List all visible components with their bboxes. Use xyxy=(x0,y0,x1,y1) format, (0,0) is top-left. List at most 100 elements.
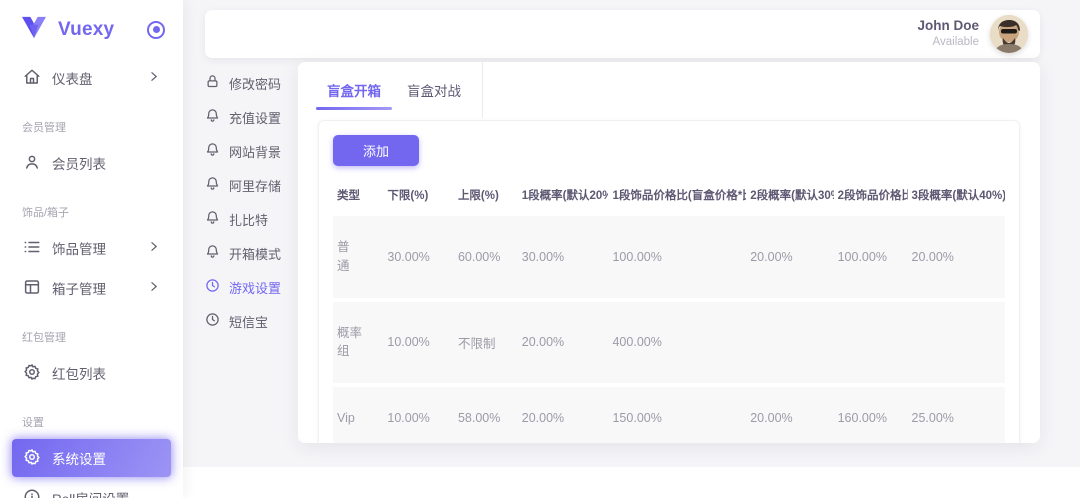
tab-divider xyxy=(482,62,483,118)
sidebar-item-label: 系统设置 xyxy=(52,448,106,468)
brand-header: Vuexy xyxy=(0,0,183,57)
row-value-cell: 20.00% xyxy=(746,387,833,443)
content-card: 盲盒开箱 盲盒对战 添加 类型 下限(%) 上限(%) xyxy=(298,62,1040,443)
sidebar-pin-toggle-icon[interactable] xyxy=(147,21,165,39)
sidebar-item-label: 仪表盘 xyxy=(52,68,93,88)
row-value-cell: 20.00% xyxy=(908,216,1006,298)
settings-menu-item-zhabite[interactable]: 扎比特 xyxy=(205,202,297,236)
settings-menu-label: 短信宝 xyxy=(229,312,268,331)
gear-icon xyxy=(23,448,41,469)
row-type-cell: Vip xyxy=(333,387,383,443)
home-icon xyxy=(23,68,41,89)
col-header-ratio2: 2段饰品价格比 xyxy=(834,183,908,212)
user-status: Available xyxy=(917,35,979,49)
probability-table: 类型 下限(%) 上限(%) 1段概率(默认20%) 1段饰品价格比(盲盒价格*… xyxy=(333,179,1005,443)
row-value-cell: 不限制 xyxy=(454,302,518,384)
settings-menu-label: 开箱模式 xyxy=(229,244,281,263)
chevron-right-icon xyxy=(147,240,160,256)
sidebar-item-redpacket-list[interactable]: 红包列表 xyxy=(12,354,171,392)
sidebar: Vuexy 仪表盘 会员管理 会员列表 饰品/箱子 饰品管理 xyxy=(0,0,183,498)
table-header-row: 类型 下限(%) 上限(%) 1段概率(默认20%) 1段饰品价格比(盲盒价格*… xyxy=(333,183,1005,212)
vuexy-logo-icon xyxy=(20,15,48,44)
sidebar-item-box-mgmt[interactable]: 箱子管理 xyxy=(12,269,171,307)
row-type-cell: 普 通 xyxy=(333,216,383,298)
sidebar-item-label: Roll房间设置 xyxy=(52,488,129,498)
col-header-upper: 上限(%) xyxy=(454,183,518,212)
settings-menu: 修改密码 充值设置 网站背景 阿里存储 xyxy=(205,66,297,338)
settings-menu-label: 网站背景 xyxy=(229,142,281,161)
info-circle-icon xyxy=(23,488,41,498)
user-avatar[interactable] xyxy=(990,15,1028,53)
settings-menu-label: 充值设置 xyxy=(229,108,281,127)
sidebar-item-roll-room[interactable]: Roll房间设置 xyxy=(12,479,171,498)
row-value-cell xyxy=(908,302,1006,384)
settings-menu-label: 修改密码 xyxy=(229,74,281,93)
sidebar-section-jewelry: 饰品/箱子 xyxy=(0,184,183,227)
col-header-type: 类型 xyxy=(333,183,383,212)
row-value-cell: 25.00% xyxy=(908,387,1006,443)
table-row: 概率 组10.00%不限制20.00%400.00% xyxy=(333,302,1005,384)
sidebar-item-dashboard[interactable]: 仪表盘 xyxy=(12,59,171,97)
row-value-cell: 20.00% xyxy=(746,216,833,298)
settings-menu-item-game-settings[interactable]: 游戏设置 xyxy=(205,270,297,304)
sidebar-section-settings: 设置 xyxy=(0,394,183,437)
col-header-lower: 下限(%) xyxy=(383,183,454,212)
bell-icon xyxy=(205,142,220,160)
tab-blindbox-open[interactable]: 盲盒开箱 xyxy=(314,62,394,118)
col-header-p2: 2段概率(默认30%) xyxy=(746,183,833,212)
col-header-ratio1: 1段饰品价格比(盲盒价格*比例) xyxy=(608,183,746,212)
add-button[interactable]: 添加 xyxy=(333,135,419,166)
footer-strip xyxy=(183,467,1080,498)
user-meta: John Doe Available xyxy=(917,18,979,49)
sidebar-item-system-settings[interactable]: 系统设置 xyxy=(12,439,171,477)
settings-menu-item-password[interactable]: 修改密码 xyxy=(205,66,297,100)
sidebar-item-jewelry-mgmt[interactable]: 饰品管理 xyxy=(12,229,171,267)
bell-icon xyxy=(205,108,220,126)
row-value-cell: 400.00% xyxy=(608,302,746,384)
tab-blindbox-battle[interactable]: 盲盒对战 xyxy=(394,62,474,118)
app-root: Vuexy 仪表盘 会员管理 会员列表 饰品/箱子 饰品管理 xyxy=(0,0,1080,498)
clock-icon xyxy=(205,312,220,330)
lock-icon xyxy=(205,74,220,92)
sidebar-item-member-list[interactable]: 会员列表 xyxy=(12,144,171,182)
row-value-cell xyxy=(834,302,908,384)
row-value-cell: 10.00% xyxy=(383,387,454,443)
sidebar-item-label: 饰品管理 xyxy=(52,238,106,258)
col-header-p3: 3段概率(默认40%) xyxy=(908,183,1006,212)
user-icon xyxy=(23,153,41,174)
settings-menu-label: 扎比特 xyxy=(229,210,268,229)
chevron-right-icon xyxy=(147,280,160,296)
main-region: John Doe Available 修改密码 xyxy=(183,0,1080,467)
settings-menu-label: 游戏设置 xyxy=(229,278,281,297)
row-value-cell: 60.00% xyxy=(454,216,518,298)
user-name: John Doe xyxy=(917,18,979,35)
settings-menu-item-open-mode[interactable]: 开箱模式 xyxy=(205,236,297,270)
sidebar-section-member: 会员管理 xyxy=(0,99,183,142)
row-value-cell: 10.00% xyxy=(383,302,454,384)
table-row: 普 通30.00%60.00%30.00%100.00%20.00%100.00… xyxy=(333,216,1005,298)
row-value-cell: 30.00% xyxy=(383,216,454,298)
row-value-cell: 150.00% xyxy=(608,387,746,443)
row-value-cell: 58.00% xyxy=(454,387,518,443)
bell-icon xyxy=(205,176,220,194)
row-value-cell: 30.00% xyxy=(518,216,609,298)
sidebar-item-label: 红包列表 xyxy=(52,363,106,383)
row-value-cell xyxy=(746,302,833,384)
table-row: Vip10.00%58.00%20.00%150.00%20.00%160.00… xyxy=(333,387,1005,443)
row-type-cell: 概率 组 xyxy=(333,302,383,384)
box-icon xyxy=(23,278,41,299)
table-panel: 添加 类型 下限(%) 上限(%) 1段概率(默认20%) 1段饰品价格比(盲盒… xyxy=(318,120,1020,443)
clock-icon xyxy=(205,278,220,296)
row-value-cell: 100.00% xyxy=(608,216,746,298)
settings-menu-label: 阿里存储 xyxy=(229,176,281,195)
settings-menu-item-recharge[interactable]: 充值设置 xyxy=(205,100,297,134)
bell-icon xyxy=(205,210,220,228)
bell-icon xyxy=(205,244,220,262)
settings-menu-item-site-bg[interactable]: 网站背景 xyxy=(205,134,297,168)
sidebar-section-redpacket: 红包管理 xyxy=(0,309,183,352)
chevron-right-icon xyxy=(147,70,160,86)
table-body: 普 通30.00%60.00%30.00%100.00%20.00%100.00… xyxy=(333,216,1005,443)
settings-menu-item-sms[interactable]: 短信宝 xyxy=(205,304,297,338)
sidebar-item-label: 会员列表 xyxy=(52,153,106,173)
settings-menu-item-ali-storage[interactable]: 阿里存储 xyxy=(205,168,297,202)
